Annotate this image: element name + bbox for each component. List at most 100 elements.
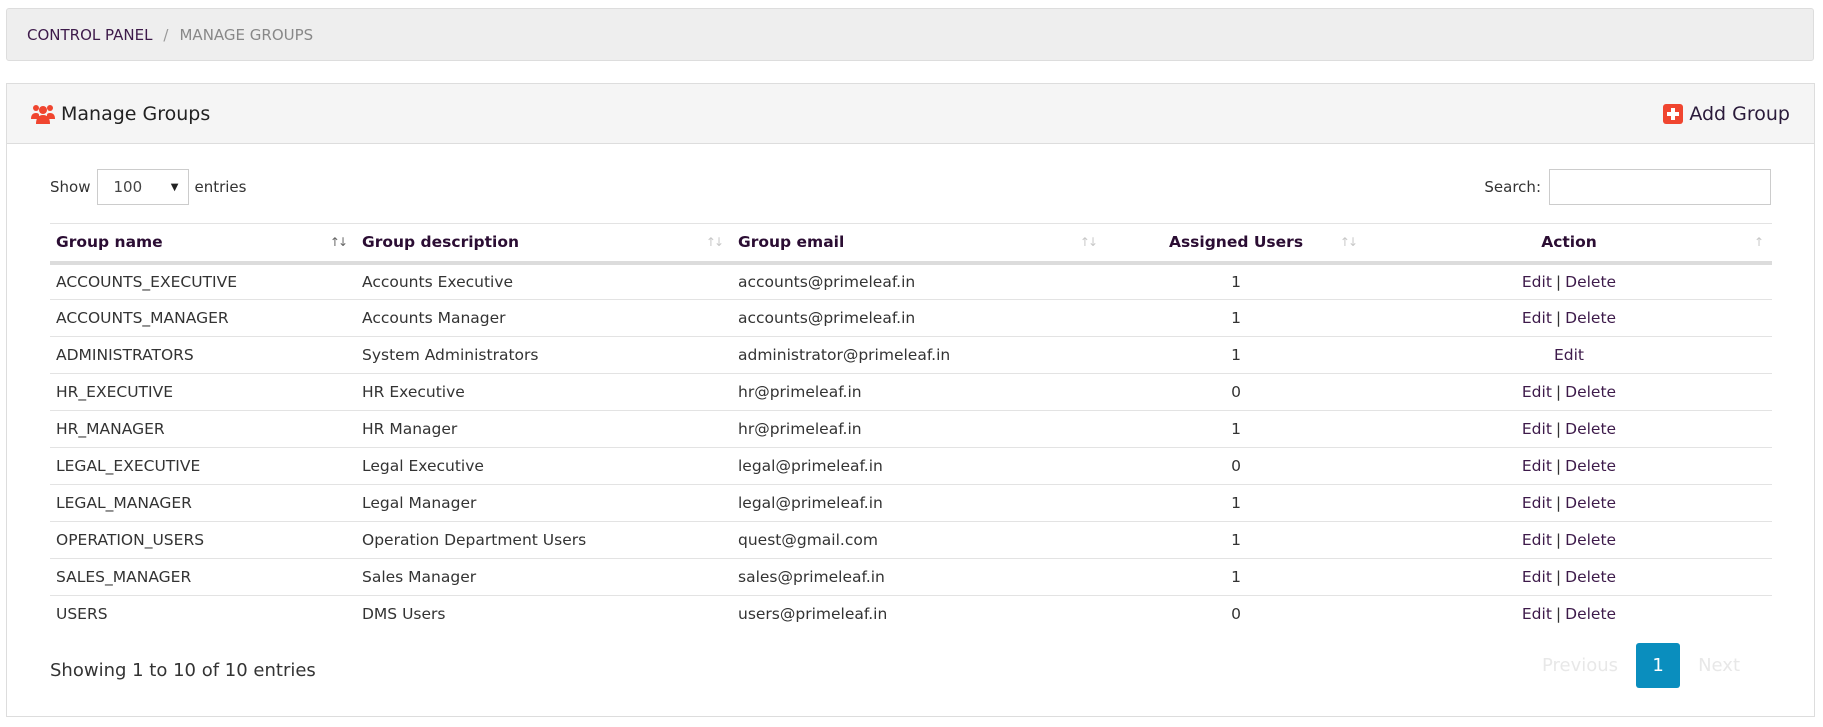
cell-group-description: DMS Users	[362, 605, 446, 624]
table-row: LEGAL_MANAGER Legal Manager legal@primelea…	[50, 484, 1772, 522]
table-row: HR_EXECUTIVE HR Executive hr@primeleaf.in 0…	[50, 373, 1772, 411]
cell-action: Edit | Delete	[1366, 373, 1772, 411]
sort-icon: ↑↓	[1079, 235, 1098, 249]
page-1-button[interactable]: 1	[1636, 643, 1681, 688]
cell-group-description: Operation Department Users	[356, 521, 732, 559]
delete-link[interactable]: Delete	[1565, 568, 1616, 586]
cell-group-email: legal@primeleaf.in	[732, 484, 1106, 522]
add-group-button[interactable]: Add Group	[1663, 103, 1790, 125]
table-row: LEGAL_EXECUTIVE Legal Executive legal@prim…	[50, 447, 1772, 485]
breadcrumb-control-panel[interactable]: CONTROL PANEL	[27, 26, 152, 44]
cell-action: Edit | Delete	[1366, 484, 1772, 522]
cell-action: Edit | Delete	[1366, 447, 1772, 485]
column-header-assigned-users[interactable]: Assigned Users ↑↓	[1106, 223, 1366, 265]
action-separator: |	[1555, 309, 1562, 327]
action-separator: |	[1555, 568, 1562, 586]
previous-page-button[interactable]: Previous	[1524, 655, 1636, 676]
edit-link[interactable]: Edit	[1522, 457, 1552, 475]
cell-group-description: Legal Manager	[356, 484, 732, 522]
cell-group-name: ADMINISTRATORS	[50, 336, 356, 374]
column-header-action[interactable]: Action ↑	[1366, 223, 1772, 265]
sort-up-icon: ↑	[1753, 235, 1764, 249]
entries-label: entries	[194, 178, 247, 196]
edit-link[interactable]: Edit	[1522, 605, 1552, 623]
breadcrumb-separator: /	[163, 25, 169, 44]
edit-link[interactable]: Edit	[1522, 309, 1552, 327]
cell-action: Edit | Delete	[1366, 299, 1772, 337]
edit-link[interactable]: Edit	[1554, 346, 1584, 364]
table-header-row: Group name ↑↓ Group description ↑↓ Group e…	[50, 223, 1772, 265]
delete-link[interactable]: Delete	[1565, 494, 1616, 512]
cell-group-email: hr@primeleaf.in	[732, 410, 1106, 448]
search-label: Search:	[1484, 178, 1541, 196]
next-page-button[interactable]: Next	[1680, 655, 1758, 676]
action-separator: |	[1555, 420, 1562, 438]
breadcrumb-manage-groups: MANAGE GROUPS	[179, 25, 314, 44]
delete-link[interactable]: Delete	[1565, 273, 1616, 291]
column-header-group-description[interactable]: Group description ↑↓	[356, 223, 732, 265]
cell-action: Edit	[1366, 336, 1772, 374]
cell-assigned-users: 1	[1106, 558, 1366, 596]
cell-action: Edit | Delete	[1366, 596, 1772, 633]
search-input[interactable]	[1549, 169, 1771, 205]
delete-link[interactable]: Delete	[1565, 531, 1616, 549]
cell-action: Edit | Delete	[1366, 521, 1772, 559]
delete-link[interactable]: Delete	[1565, 309, 1616, 327]
table-row: SALES_MANAGER Sales Manager sales@primelea…	[50, 558, 1772, 596]
edit-link[interactable]: Edit	[1522, 494, 1552, 512]
table-row: ADMINISTRATORS System Administrators admin…	[50, 336, 1772, 374]
cell-group-description: System Administrators	[356, 336, 732, 374]
delete-link[interactable]: Delete	[1565, 383, 1616, 401]
edit-link[interactable]: Edit	[1522, 420, 1552, 438]
edit-link[interactable]: Edit	[1522, 273, 1552, 291]
page-length-control: Show 100 ▼ entries	[50, 169, 246, 205]
action-separator: |	[1555, 531, 1562, 549]
cell-group-email: hr@primeleaf.in	[732, 373, 1106, 411]
edit-link[interactable]: Edit	[1522, 383, 1552, 401]
manage-groups-panel: Manage Groups Add Group Show 100 ▼ entri…	[6, 83, 1815, 717]
cell-group-description: Legal Executive	[356, 447, 732, 485]
table-controls: Show 100 ▼ entries Search:	[50, 168, 1771, 206]
cell-assigned-users: 1	[1106, 521, 1366, 559]
cell-group-email: administrator@primeleaf.in	[732, 336, 1106, 374]
add-group-label: Add Group	[1689, 102, 1790, 125]
action-separator: |	[1555, 494, 1562, 512]
cell-group-name: LEGAL_EXECUTIVE	[50, 447, 356, 485]
cell-assigned-users: 0	[1106, 447, 1366, 485]
delete-link[interactable]: Delete	[1565, 457, 1616, 475]
table-row: HR_MANAGER HR Manager hr@primeleaf.in 1 Edit…	[50, 410, 1772, 448]
cell-group-name: ACCOUNTS_EXECUTIVE	[50, 262, 356, 300]
search-control: Search:	[1484, 169, 1771, 205]
page-length-select[interactable]: 100 ▼	[97, 169, 190, 205]
plus-square-icon	[1663, 103, 1684, 124]
cell-group-email: accounts@primeleaf.in	[732, 299, 1106, 337]
cell-assigned-users: 0	[1231, 605, 1241, 624]
cell-group-name: HR_EXECUTIVE	[50, 373, 356, 411]
cell-group-description: Sales Manager	[356, 558, 732, 596]
cell-assigned-users: 1	[1106, 299, 1366, 337]
users-icon	[31, 104, 55, 124]
action-separator: |	[1555, 457, 1562, 475]
edit-link[interactable]: Edit	[1522, 568, 1552, 586]
cell-group-name: ACCOUNTS_MANAGER	[50, 299, 356, 337]
cell-group-description: Accounts Manager	[356, 299, 732, 337]
edit-link[interactable]: Edit	[1522, 531, 1552, 549]
action-separator: |	[1555, 383, 1562, 401]
column-header-group-name[interactable]: Group name ↑↓	[50, 223, 356, 265]
breadcrumb: CONTROL PANEL / MANAGE GROUPS	[6, 8, 1814, 61]
groups-table: Group name ↑↓ Group description ↑↓ Group e…	[50, 223, 1772, 633]
pagination: Previous 1 Next	[1524, 643, 1758, 688]
action-separator: |	[1555, 605, 1562, 624]
cell-group-email: sales@primeleaf.in	[732, 558, 1106, 596]
sort-icon: ↑↓	[1339, 235, 1358, 249]
cell-group-description: HR Manager	[356, 410, 732, 448]
cell-group-email: accounts@primeleaf.in	[732, 262, 1106, 300]
column-header-group-email[interactable]: Group email ↑↓	[732, 223, 1106, 265]
table-row: ACCOUNTS_EXECUTIVE Accounts Executive acco…	[50, 262, 1772, 300]
page-length-value: 100	[113, 178, 143, 196]
cell-assigned-users: 1	[1106, 410, 1366, 448]
delete-link[interactable]: Delete	[1565, 605, 1616, 623]
panel-title: Manage Groups	[31, 103, 210, 125]
delete-link[interactable]: Delete	[1565, 420, 1616, 438]
cell-assigned-users: 1	[1106, 336, 1366, 374]
